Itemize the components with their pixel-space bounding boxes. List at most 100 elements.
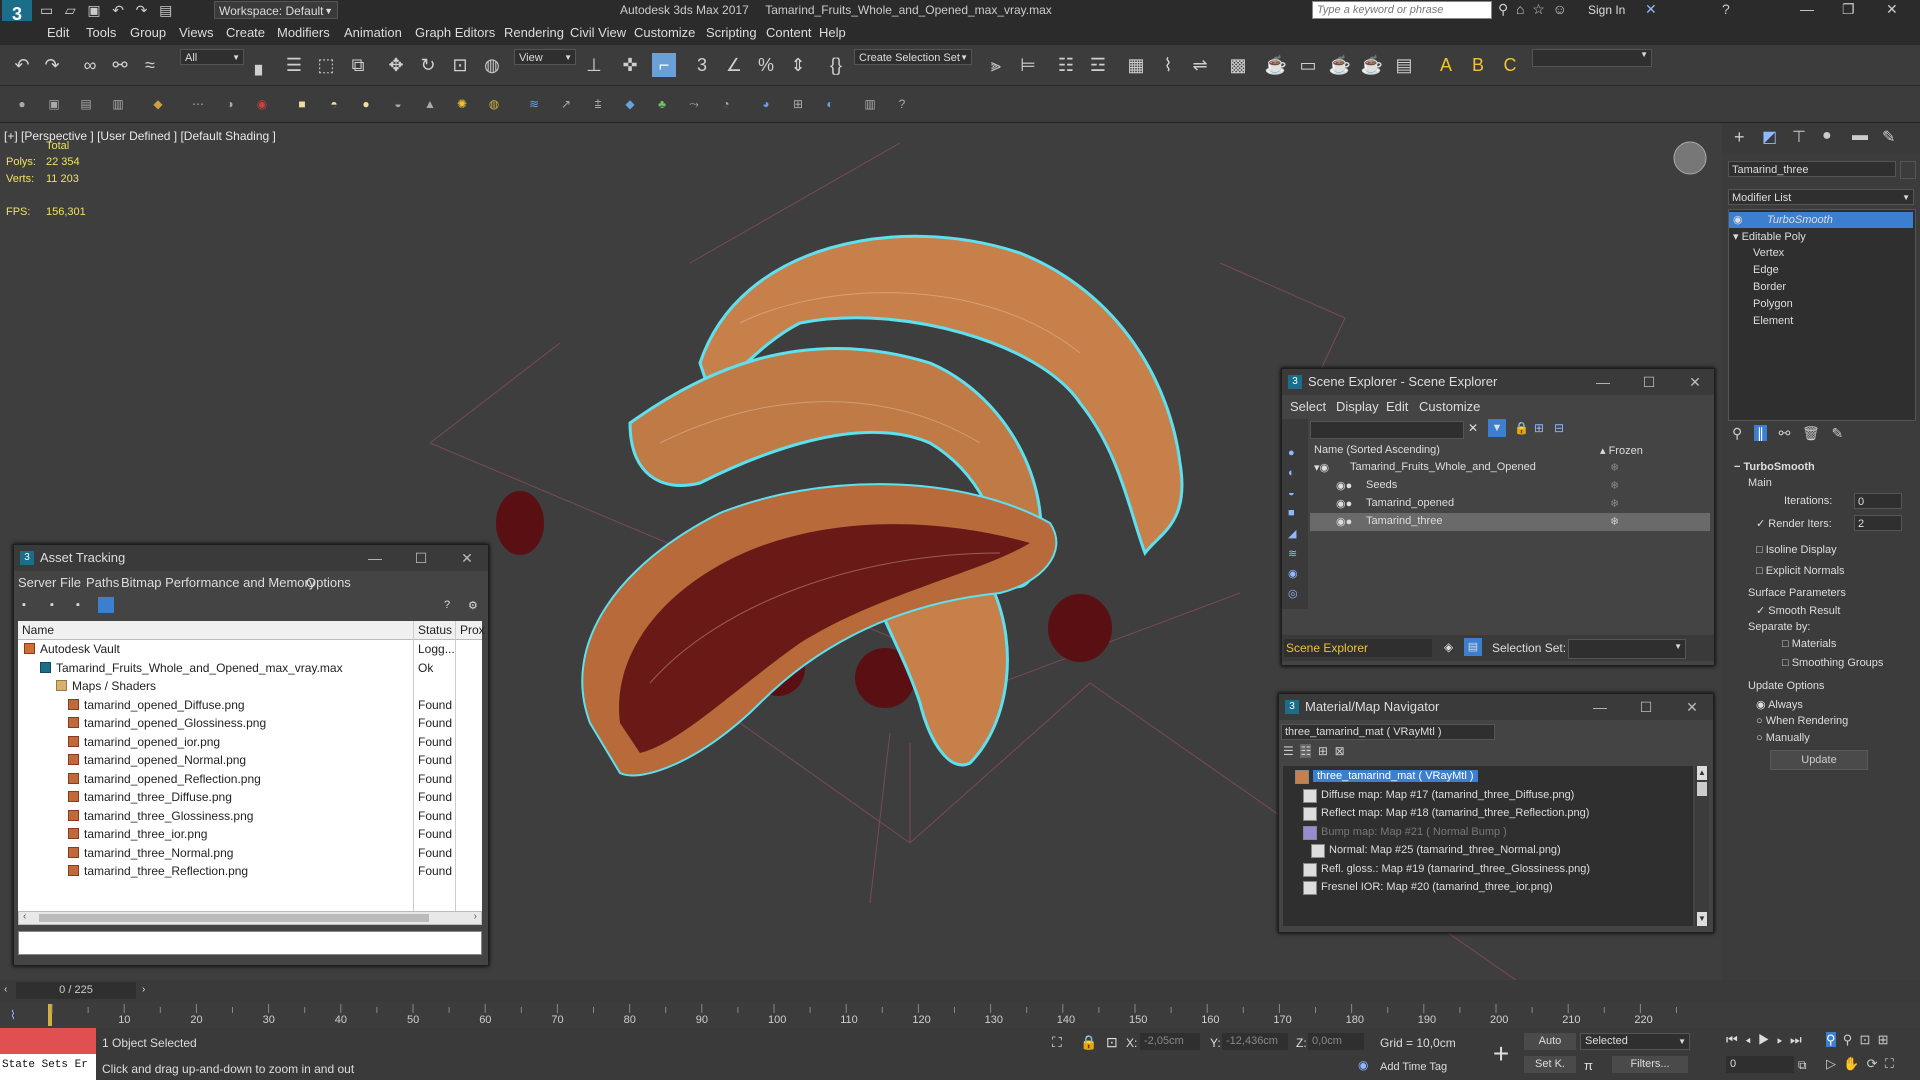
undo-icon[interactable]: ↶ <box>10 53 34 77</box>
align-icon[interactable]: ⊨ <box>1016 53 1040 77</box>
close-window-icon[interactable]: ✕ <box>1886 1 1898 18</box>
vray-settings-icon[interactable]: ? <box>894 96 910 112</box>
update-when-rendering-radio[interactable]: ○ When Rendering <box>1756 715 1848 727</box>
vray-render-elements-icon[interactable]: ▥ <box>862 96 878 112</box>
menu-help[interactable]: Help <box>819 25 846 40</box>
close-icon[interactable]: ✕ <box>458 549 476 567</box>
selection-filter-dropdown[interactable]: All ▼ <box>180 49 244 65</box>
scroll-thumb[interactable] <box>39 914 429 922</box>
smooth-result-checkbox[interactable]: ✓ Smooth Result <box>1756 604 1840 617</box>
turbosmooth-rollout-title[interactable]: − TurboSmooth <box>1734 461 1815 473</box>
display-tab-icon[interactable]: ▬ <box>1852 127 1868 145</box>
add-time-tag-button[interactable]: Add Time Tag <box>1380 1061 1447 1073</box>
layers-icon[interactable]: ⊟ <box>1554 421 1564 435</box>
materials-checkbox[interactable]: □ Materials <box>1782 638 1836 650</box>
vray-clipper-icon[interactable]: ♣ <box>654 96 670 112</box>
display-groups-icon[interactable]: ◉ <box>1288 567 1298 580</box>
next-frame-icon[interactable]: ▸ <box>1777 1032 1783 1047</box>
eye-icon[interactable]: ◉● <box>1336 497 1352 510</box>
viewport-shading-label[interactable]: [Default Shading ] <box>180 129 275 143</box>
display-xrefs-icon[interactable]: ◎ <box>1288 587 1298 600</box>
vray-environment-fog-icon[interactable]: ◔ <box>718 96 734 112</box>
remove-modifier-icon[interactable]: 🗑 <box>1802 425 1820 441</box>
vray-light-plane-icon[interactable]: ■ <box>294 96 310 112</box>
menu-scripting[interactable]: Scripting <box>706 25 757 40</box>
window-crossing-icon[interactable]: ⧉ <box>346 53 370 77</box>
menu-edit[interactable]: Edit <box>1386 399 1408 414</box>
menu-select[interactable]: Select <box>1290 399 1326 414</box>
scroll-left-icon[interactable]: ‹ <box>23 911 26 922</box>
asset-row[interactable]: tamarind_opened_Diffuse.png Found <box>18 696 482 714</box>
material-row[interactable]: Reflect map: Map #18 (tamarind_three_Ref… <box>1283 805 1693 823</box>
menu-content[interactable]: Content <box>766 25 812 40</box>
vray-light-lister-icon[interactable]: ◆ <box>150 96 166 112</box>
track-bar[interactable]: ⌇ 10 20 30 40 50 60 70 80 90 100 110 120 130 140 150 16… <box>0 1002 1920 1028</box>
menu-animation[interactable]: Animation <box>344 25 402 40</box>
vray-volume-grid-icon[interactable]: ⤳ <box>686 96 702 112</box>
layers-toggle-icon[interactable]: ◈ <box>1444 640 1453 654</box>
help-icon[interactable]: ? <box>444 599 450 611</box>
menu-rendering[interactable]: Rendering <box>504 25 564 40</box>
stack-item-vertex[interactable]: Vertex <box>1753 247 1784 259</box>
utilities-tab-icon[interactable]: ✎ <box>1882 127 1895 147</box>
maximize-icon[interactable]: ☐ <box>412 549 430 567</box>
move-icon[interactable]: ✥ <box>384 53 408 77</box>
render-in-cloud-icon[interactable]: ▤ <box>1392 53 1416 77</box>
menu-file[interactable]: File <box>60 575 81 590</box>
configure-modifier-sets-icon[interactable]: ✎ <box>1831 425 1843 441</box>
set-key-button[interactable]: Set K. <box>1524 1056 1576 1073</box>
toolbar-icon-2[interactable]: ▪ <box>50 599 54 611</box>
object-color-swatch[interactable] <box>1900 161 1916 179</box>
orbit-icon[interactable]: ⟳ <box>1867 1056 1878 1071</box>
menu-paths[interactable]: Paths <box>86 575 119 590</box>
vray-plane-icon[interactable]: ⩲ <box>590 96 606 112</box>
eye-icon[interactable]: ◉● <box>1336 515 1352 528</box>
hierarchy-toggle-icon[interactable]: ▤ <box>1464 638 1482 656</box>
menu-group[interactable]: Group <box>130 25 166 40</box>
rendered-frame-window-icon[interactable]: ▭ <box>1296 53 1320 77</box>
maximize-viewport-icon[interactable]: ⛶ <box>1885 1056 1894 1071</box>
place-icon[interactable]: ◍ <box>480 53 504 77</box>
vray-physical-camera-icon[interactable]: ◕ <box>758 96 774 112</box>
go-to-end-icon[interactable]: ⏭ <box>1790 1032 1802 1047</box>
selection-lock-icon[interactable]: 🔒 <box>1080 1034 1097 1051</box>
viewport-label[interactable]: [+] [Perspective ] [User Defined ] [Defa… <box>4 129 276 143</box>
rotate-icon[interactable]: ↻ <box>416 53 440 77</box>
create-selection-set-dropdown[interactable]: Create Selection Set ▼ <box>854 49 972 65</box>
angle-snap-icon[interactable]: ∠ <box>722 53 746 77</box>
redo-icon[interactable]: ↷ <box>40 53 64 77</box>
render-iterative-icon[interactable]: ☕ <box>1360 53 1384 77</box>
vray-displacement-icon[interactable]: ↗ <box>558 96 574 112</box>
close-icon[interactable]: ✕ <box>1686 373 1704 391</box>
menu-graph-editors[interactable]: Graph Editors <box>415 25 495 40</box>
sign-in-link[interactable]: Sign In <box>1588 3 1625 17</box>
set-key-big-icon[interactable]: + <box>1484 1034 1518 1074</box>
vray-override-icon[interactable]: ◐ <box>822 96 838 112</box>
stack-item-element[interactable]: Element <box>1753 315 1793 327</box>
display-lights-icon[interactable]: ◒ <box>1288 487 1295 499</box>
menu-create[interactable]: Create <box>226 25 265 40</box>
asset-tracking-titlebar[interactable]: 3 Asset Tracking — ☐ ✕ <box>14 545 488 571</box>
scroll-up-icon[interactable]: ▲ <box>1697 766 1707 780</box>
asset-path-field[interactable] <box>18 931 482 955</box>
column-prox[interactable]: Prox <box>460 623 485 637</box>
slider-right-icon[interactable]: › <box>142 984 145 995</box>
menu-customize[interactable]: Customize <box>634 25 695 40</box>
column-status[interactable]: Status <box>418 623 452 637</box>
scroll-down-icon[interactable]: ▼ <box>1697 912 1707 926</box>
curve-editor-icon[interactable]: ⌇ <box>1156 53 1180 77</box>
asset-row[interactable]: tamarind_opened_Glossiness.png Found <box>18 714 482 732</box>
menu-civil-view[interactable]: Civil View <box>570 25 626 40</box>
asset-row[interactable]: tamarind_three_Glossiness.png Found <box>18 807 482 825</box>
freeze-icon[interactable]: ❄ <box>1610 461 1619 474</box>
key-mode-icon[interactable]: π <box>1584 1058 1593 1073</box>
asset-row[interactable]: tamarind_three_ior.png Found <box>18 825 482 843</box>
restore-window-icon[interactable]: ❐ <box>1842 1 1855 18</box>
vray-a-icon[interactable]: A <box>1434 53 1458 77</box>
menu-modifiers[interactable]: Modifiers <box>277 25 330 40</box>
display-geometry-icon[interactable]: ● <box>1288 447 1295 459</box>
help-icon[interactable]: ? <box>1722 1 1730 17</box>
slider-left-icon[interactable]: ‹ <box>4 984 7 995</box>
close-icon[interactable]: ✕ <box>1683 698 1701 716</box>
time-tag-icon[interactable]: ◉ <box>1358 1058 1368 1072</box>
